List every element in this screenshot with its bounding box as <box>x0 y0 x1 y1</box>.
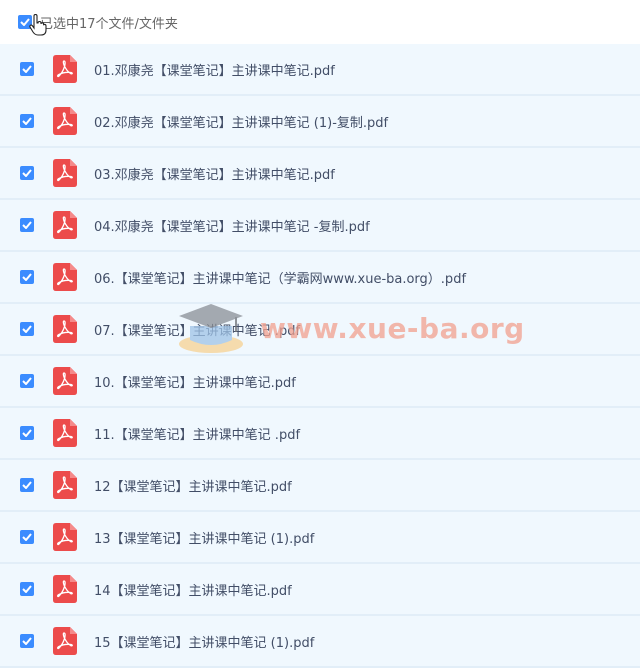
file-name[interactable]: 07.【课堂笔记】主讲课中笔记 .pdf <box>94 320 300 339</box>
file-row[interactable]: 15【课堂笔记】主讲课中笔记 (1).pdf <box>0 616 640 668</box>
file-row[interactable]: 07.【课堂笔记】主讲课中笔记 .pdf <box>0 304 640 356</box>
file-row[interactable]: 06.【课堂笔记】主讲课中笔记（学霸网www.xue-ba.org）.pdf <box>0 252 640 304</box>
file-checkbox[interactable] <box>20 322 34 336</box>
file-checkbox[interactable] <box>20 166 34 180</box>
file-checkbox[interactable] <box>20 270 34 284</box>
pdf-file-icon <box>53 107 77 135</box>
file-name[interactable]: 15【课堂笔记】主讲课中笔记 (1).pdf <box>94 632 314 651</box>
file-name[interactable]: 01.邓康尧【课堂笔记】主讲课中笔记.pdf <box>94 60 335 79</box>
file-checkbox[interactable] <box>20 530 34 544</box>
hand-cursor-icon <box>29 14 47 36</box>
selection-header: 已选中17个文件/文件夹 <box>0 0 640 44</box>
file-name[interactable]: 12【课堂笔记】主讲课中笔记.pdf <box>94 476 292 495</box>
pdf-file-icon <box>53 575 77 603</box>
pdf-file-icon <box>53 627 77 655</box>
file-list: 01.邓康尧【课堂笔记】主讲课中笔记.pdf 02.邓康尧【课堂笔记】主讲课中笔记… <box>0 44 640 668</box>
pdf-file-icon <box>53 315 77 343</box>
file-name[interactable]: 04.邓康尧【课堂笔记】主讲课中笔记 -复制.pdf <box>94 216 370 235</box>
file-checkbox[interactable] <box>20 374 34 388</box>
file-checkbox[interactable] <box>20 634 34 648</box>
file-checkbox[interactable] <box>20 478 34 492</box>
file-checkbox[interactable] <box>20 62 34 76</box>
file-name[interactable]: 10.【课堂笔记】主讲课中笔记.pdf <box>94 372 296 391</box>
file-row[interactable]: 14【课堂笔记】主讲课中笔记.pdf <box>0 564 640 616</box>
file-name[interactable]: 13【课堂笔记】主讲课中笔记 (1).pdf <box>94 528 314 547</box>
pdf-file-icon <box>53 471 77 499</box>
pdf-file-icon <box>53 159 77 187</box>
file-name[interactable]: 02.邓康尧【课堂笔记】主讲课中笔记 (1)-复制.pdf <box>94 112 388 131</box>
file-name[interactable]: 03.邓康尧【课堂笔记】主讲课中笔记.pdf <box>94 164 335 183</box>
pdf-file-icon <box>53 263 77 291</box>
file-checkbox[interactable] <box>20 582 34 596</box>
file-row[interactable]: 03.邓康尧【课堂笔记】主讲课中笔记.pdf <box>0 148 640 200</box>
file-row[interactable]: 12【课堂笔记】主讲课中笔记.pdf <box>0 460 640 512</box>
file-row[interactable]: 10.【课堂笔记】主讲课中笔记.pdf <box>0 356 640 408</box>
file-row[interactable]: 13【课堂笔记】主讲课中笔记 (1).pdf <box>0 512 640 564</box>
pdf-file-icon <box>53 367 77 395</box>
file-checkbox[interactable] <box>20 218 34 232</box>
file-row[interactable]: 11.【课堂笔记】主讲课中笔记 .pdf <box>0 408 640 460</box>
selection-count-label: 已选中17个文件/文件夹 <box>40 16 178 32</box>
file-checkbox[interactable] <box>20 426 34 440</box>
file-name[interactable]: 14【课堂笔记】主讲课中笔记.pdf <box>94 580 292 599</box>
file-row[interactable]: 02.邓康尧【课堂笔记】主讲课中笔记 (1)-复制.pdf <box>0 96 640 148</box>
pdf-file-icon <box>53 211 77 239</box>
file-row[interactable]: 04.邓康尧【课堂笔记】主讲课中笔记 -复制.pdf <box>0 200 640 252</box>
file-name[interactable]: 06.【课堂笔记】主讲课中笔记（学霸网www.xue-ba.org）.pdf <box>94 268 466 287</box>
pdf-file-icon <box>53 419 77 447</box>
file-row[interactable]: 01.邓康尧【课堂笔记】主讲课中笔记.pdf <box>0 44 640 96</box>
pdf-file-icon <box>53 55 77 83</box>
pdf-file-icon <box>53 523 77 551</box>
file-checkbox[interactable] <box>20 114 34 128</box>
file-name[interactable]: 11.【课堂笔记】主讲课中笔记 .pdf <box>94 424 300 443</box>
